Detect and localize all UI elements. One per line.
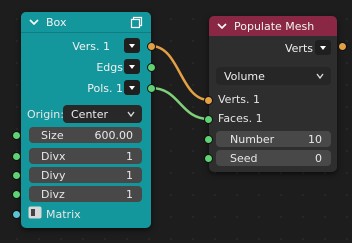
- origin-dropdown[interactable]: Center: [63, 105, 142, 123]
- output-vertices-socket[interactable]: [147, 42, 156, 51]
- input-faces-label: Faces. 1: [218, 112, 263, 125]
- node-group-icon[interactable]: [130, 16, 143, 29]
- matrix-socket[interactable]: [12, 210, 21, 219]
- chevron-down-icon: [127, 111, 135, 118]
- collapse-chevron-icon[interactable]: [216, 20, 228, 32]
- input-verts-socket[interactable]: [204, 96, 213, 105]
- chevron-down-icon: [129, 43, 135, 48]
- number-value: 10: [308, 132, 322, 146]
- size-field[interactable]: Size 600.00: [29, 127, 142, 143]
- populate-mesh-node[interactable]: Populate Mesh Verts Volume Verts. 1 Face…: [209, 16, 337, 172]
- number-label: Number: [230, 132, 275, 146]
- output-edges-socket[interactable]: [147, 63, 156, 72]
- output-verts-socket[interactable]: [338, 42, 347, 51]
- output-polygons-menu[interactable]: [124, 80, 140, 95]
- size-label: Size: [41, 128, 64, 142]
- divx-label: Divx: [41, 149, 66, 163]
- output-edges-row: Edgs: [21, 58, 151, 76]
- divy-label: Divy: [41, 168, 66, 182]
- number-field[interactable]: Number 10: [216, 131, 331, 147]
- chevron-down-icon: [129, 85, 135, 90]
- size-value: 600.00: [94, 128, 134, 142]
- seed-label: Seed: [230, 151, 258, 165]
- link-vertices: [150, 44, 210, 102]
- matrix-icon[interactable]: [28, 206, 42, 219]
- divz-value: 1: [126, 187, 133, 201]
- divx-field[interactable]: Divx 1: [29, 148, 142, 164]
- divy-field[interactable]: Divy 1: [29, 167, 142, 183]
- matrix-label: Matrix: [46, 208, 81, 221]
- seed-socket[interactable]: [204, 154, 213, 163]
- populate-mesh-header[interactable]: Populate Mesh: [209, 16, 337, 36]
- populate-mesh-title: Populate Mesh: [234, 19, 315, 33]
- box-node[interactable]: Box Vers. 1 Edgs Pols. 1 Origin: Center …: [21, 12, 151, 228]
- divy-value: 1: [126, 168, 133, 182]
- output-polygons-label: Pols. 1: [87, 81, 123, 95]
- output-verts-menu[interactable]: [315, 40, 331, 55]
- divz-field[interactable]: Divz 1: [29, 186, 142, 202]
- chevron-down-icon: [129, 64, 135, 69]
- output-verts-label: Verts: [284, 41, 313, 55]
- output-vertices-row: Vers. 1: [21, 37, 151, 55]
- mode-value: Volume: [224, 69, 265, 83]
- size-socket[interactable]: [12, 131, 21, 140]
- output-edges-label: Edgs: [96, 60, 123, 74]
- divx-value: 1: [126, 149, 133, 163]
- box-node-header[interactable]: Box: [21, 12, 151, 33]
- chevron-down-icon: [316, 73, 324, 80]
- output-vertices-menu[interactable]: [124, 38, 140, 53]
- input-faces-socket[interactable]: [204, 115, 213, 124]
- divz-label: Divz: [41, 187, 65, 201]
- chevron-down-icon: [320, 45, 326, 50]
- divx-socket[interactable]: [12, 152, 21, 161]
- box-node-title: Box: [46, 15, 67, 29]
- link-faces: [150, 86, 210, 121]
- output-polygons-socket[interactable]: [147, 84, 156, 93]
- origin-label: Origin:: [27, 108, 64, 121]
- seed-field[interactable]: Seed 0: [216, 150, 331, 166]
- seed-value: 0: [315, 151, 322, 165]
- collapse-chevron-icon[interactable]: [28, 16, 40, 28]
- divz-socket[interactable]: [12, 190, 21, 199]
- origin-value: Center: [71, 107, 109, 121]
- mode-dropdown[interactable]: Volume: [216, 67, 331, 85]
- output-polygons-row: Pols. 1: [21, 79, 151, 97]
- number-socket[interactable]: [204, 135, 213, 144]
- output-verts-row: Verts: [209, 39, 337, 57]
- output-vertices-label: Vers. 1: [72, 39, 110, 53]
- divy-socket[interactable]: [12, 171, 21, 180]
- output-edges-menu[interactable]: [124, 59, 140, 74]
- input-verts-label: Verts. 1: [218, 93, 260, 106]
